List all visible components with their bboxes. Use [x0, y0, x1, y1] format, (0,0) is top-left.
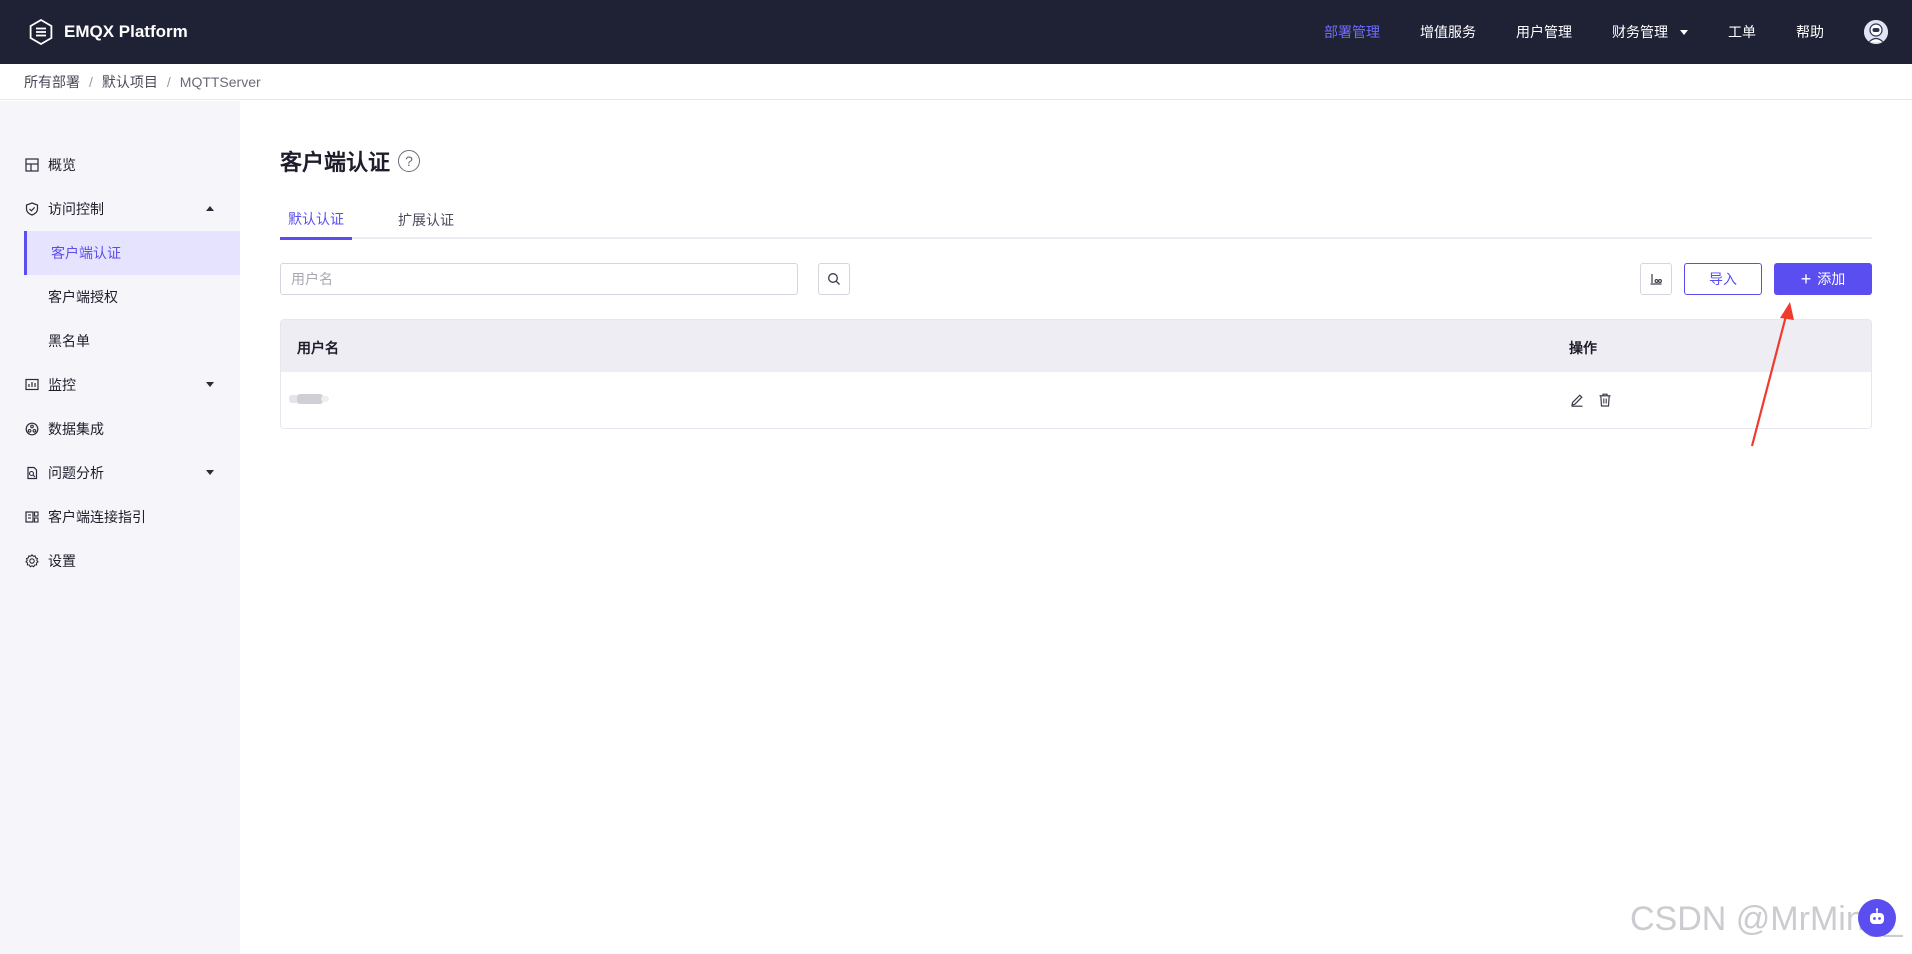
username-cell-blurred — [289, 392, 329, 406]
caret-down-icon — [1680, 29, 1688, 35]
toolbar: 导入 + 添加 — [280, 263, 1872, 295]
connect-guide-icon — [24, 509, 40, 525]
page-title: 客户端认证 — [280, 150, 391, 175]
table-row — [281, 372, 1871, 428]
sidebar-item-diagnose[interactable]: 问题分析 — [0, 451, 240, 495]
brand[interactable]: EMQX Platform — [28, 19, 188, 45]
gear-icon — [24, 553, 40, 569]
overview-icon — [24, 157, 40, 173]
sidebar-item-overview[interactable]: 概览 — [0, 143, 240, 187]
diagnose-icon — [24, 465, 40, 481]
breadcrumb-current: MQTTServer — [179, 73, 261, 90]
sidebar-item-settings[interactable]: 设置 — [0, 539, 240, 583]
topnav-users[interactable]: 用户管理 — [1516, 22, 1572, 42]
sidebar-item-label: 数据集成 — [48, 421, 104, 437]
chevron-down-icon — [206, 382, 214, 387]
table-header: 用户名 操作 — [281, 320, 1871, 372]
topnav-label: 工单 — [1728, 24, 1756, 40]
auth-table: 用户名 操作 — [280, 319, 1872, 429]
column-settings-button[interactable] — [1640, 263, 1672, 295]
sidebar-item-access-control[interactable]: 访问控制 — [0, 187, 240, 231]
breadcrumb-separator: / — [89, 73, 93, 90]
chevron-up-icon — [206, 206, 214, 211]
delete-icon[interactable] — [1597, 392, 1613, 408]
tab-label: 默认认证 — [288, 211, 344, 227]
topnav-label: 帮助 — [1796, 24, 1824, 40]
shield-icon — [24, 201, 40, 217]
breadcrumb: 所有部署 / 默认项目 / MQTTServer — [0, 64, 1912, 100]
plus-icon: + — [1800, 269, 1812, 289]
sidebar-item-label: 客户端认证 — [51, 245, 121, 261]
robot-icon — [1870, 908, 1884, 924]
topnav-deployments[interactable]: 部署管理 — [1324, 22, 1380, 42]
edit-icon[interactable] — [1569, 392, 1585, 408]
sidebar-item-label: 客户端连接指引 — [48, 509, 146, 525]
sidebar-item-client-authz[interactable]: 客户端授权 — [0, 275, 240, 319]
sidebar-item-label: 客户端授权 — [48, 289, 118, 305]
username-search-input[interactable] — [280, 263, 798, 295]
sidebar-item-monitor[interactable]: 监控 — [0, 363, 240, 407]
data-integration-icon — [24, 421, 40, 437]
tab-label: 扩展认证 — [398, 212, 454, 228]
breadcrumb-item[interactable]: 默认项目 — [102, 72, 158, 92]
astronaut-icon — [1864, 20, 1888, 44]
brand-name: EMQX Platform — [64, 22, 188, 41]
topnav-help[interactable]: 帮助 — [1796, 22, 1824, 42]
search-icon — [828, 273, 840, 285]
annotation-arrow-icon — [1750, 302, 1794, 447]
sidebar-item-label: 访问控制 — [48, 201, 104, 217]
add-label: 添加 — [1817, 271, 1846, 287]
sidebar-item-label: 问题分析 — [48, 465, 104, 481]
emqx-logo-icon — [29, 19, 53, 45]
sidebar-item-label: 黑名单 — [48, 333, 90, 349]
column-header-username[interactable]: 用户名 — [297, 338, 339, 358]
search-button[interactable] — [818, 263, 850, 295]
sidebar-item-label: 概览 — [48, 157, 76, 173]
sidebar-item-blacklist[interactable]: 黑名单 — [0, 319, 240, 363]
import-button[interactable]: 导入 — [1684, 263, 1762, 295]
topnav-label: 财务管理 — [1612, 24, 1668, 40]
chevron-down-icon — [206, 470, 214, 475]
top-navbar: EMQX Platform 部署管理 增值服务 用户管理 财务管理 工单 帮助 — [0, 0, 1912, 64]
sidebar-item-data-integration[interactable]: 数据集成 — [0, 407, 240, 451]
assistant-bot-button[interactable] — [1858, 899, 1896, 937]
monitor-icon — [24, 377, 40, 393]
page-title-row: 客户端认证 ? — [280, 145, 421, 177]
sidebar-item-label: 监控 — [48, 377, 76, 393]
topnav-label: 部署管理 — [1324, 24, 1380, 40]
tab-default-auth[interactable]: 默认认证 — [280, 201, 352, 240]
topnav-value-added[interactable]: 增值服务 — [1420, 22, 1476, 42]
user-avatar-icon[interactable] — [1864, 20, 1888, 44]
breadcrumb-item[interactable]: 所有部署 — [24, 72, 80, 92]
column-header-actions: 操作 — [1569, 340, 1597, 356]
import-label: 导入 — [1709, 271, 1737, 287]
sidebar: 概览 访问控制 客户端认证 客户端授权 黑名单 监控 数据集成 问题分析 客户端… — [0, 101, 240, 954]
sidebar-item-client-auth[interactable]: 客户端认证 — [24, 231, 240, 275]
topnav-label: 用户管理 — [1516, 24, 1572, 40]
sidebar-item-label: 设置 — [48, 553, 76, 569]
question-circle-icon[interactable]: ? — [398, 150, 421, 172]
topnav-finance[interactable]: 财务管理 — [1612, 22, 1688, 42]
topnav-label: 增值服务 — [1420, 24, 1476, 40]
add-button[interactable]: + 添加 — [1774, 263, 1872, 295]
column-settings-icon — [1650, 274, 1662, 285]
top-nav: 部署管理 增值服务 用户管理 财务管理 工单 帮助 — [1324, 0, 1912, 64]
auth-tabs: 默认认证 扩展认证 — [280, 201, 1872, 240]
topnav-tickets[interactable]: 工单 — [1728, 22, 1756, 42]
breadcrumb-separator: / — [166, 73, 171, 90]
tab-extended-auth[interactable]: 扩展认证 — [390, 201, 462, 239]
sidebar-item-connect-guide[interactable]: 客户端连接指引 — [0, 495, 240, 539]
